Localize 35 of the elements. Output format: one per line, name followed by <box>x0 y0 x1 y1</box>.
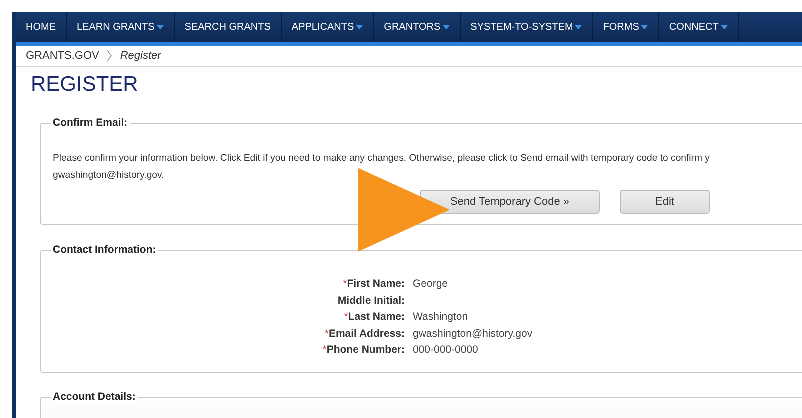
nav-menu-item[interactable]: CONNECT <box>659 12 739 42</box>
nav-menu-item[interactable]: APPLICANTS <box>282 12 374 42</box>
page-title: REGISTER <box>31 72 140 98</box>
chevron-icon <box>107 50 112 62</box>
caret-icon <box>575 24 582 30</box>
breadcrumb-link[interactable]: GRANTS.GOV <box>26 50 100 62</box>
caret-icon <box>156 24 164 30</box>
field-label: *Last Name: <box>343 310 405 324</box>
field-label: *First Name: <box>342 277 405 292</box>
nav-menu-item[interactable]: HOME <box>16 12 67 42</box>
field-label: *Email Address: <box>324 326 405 341</box>
field-value: gwashington@history.gov <box>413 326 533 341</box>
field-label: *Phone Number: <box>322 343 405 358</box>
nav-menu-item[interactable]: LEARN GRANTS <box>67 12 175 42</box>
caret-icon <box>356 24 364 30</box>
section-legend: Contact Information: <box>51 244 158 256</box>
section-legend: Confirm Email: <box>51 117 130 129</box>
field-label: Middle Initial: <box>336 294 405 308</box>
field-value: Washington <box>413 310 468 324</box>
breadcrumb-current: Register <box>120 50 162 62</box>
play-icon[interactable] <box>358 168 450 252</box>
caret-icon <box>720 24 728 30</box>
field-value: George <box>413 277 448 292</box>
caret-icon <box>641 24 648 30</box>
email-text: gwashington@history.gov. <box>53 169 166 183</box>
nav-menu-item[interactable]: GRANTORS <box>374 12 461 42</box>
field-value: 000-000-0000 <box>413 343 478 358</box>
nav-menu-item[interactable]: SEARCH GRANTS <box>174 12 282 42</box>
nav-menu-item[interactable]: SYSTEM-TO-SYSTEM <box>460 12 594 42</box>
section-legend: Account Details: <box>51 390 138 402</box>
caret-icon <box>442 24 450 30</box>
confirm-message: Please confirm your information below. Click Edit if you need to make any changes. Otherwise, please click to Send email with temporary code to confirm y <box>53 152 711 166</box>
send-code-button[interactable]: Send Temporary Code » <box>420 190 600 214</box>
nav-menu-item[interactable]: FORMS <box>593 12 660 42</box>
edit-button[interactable]: Edit <box>620 190 710 214</box>
